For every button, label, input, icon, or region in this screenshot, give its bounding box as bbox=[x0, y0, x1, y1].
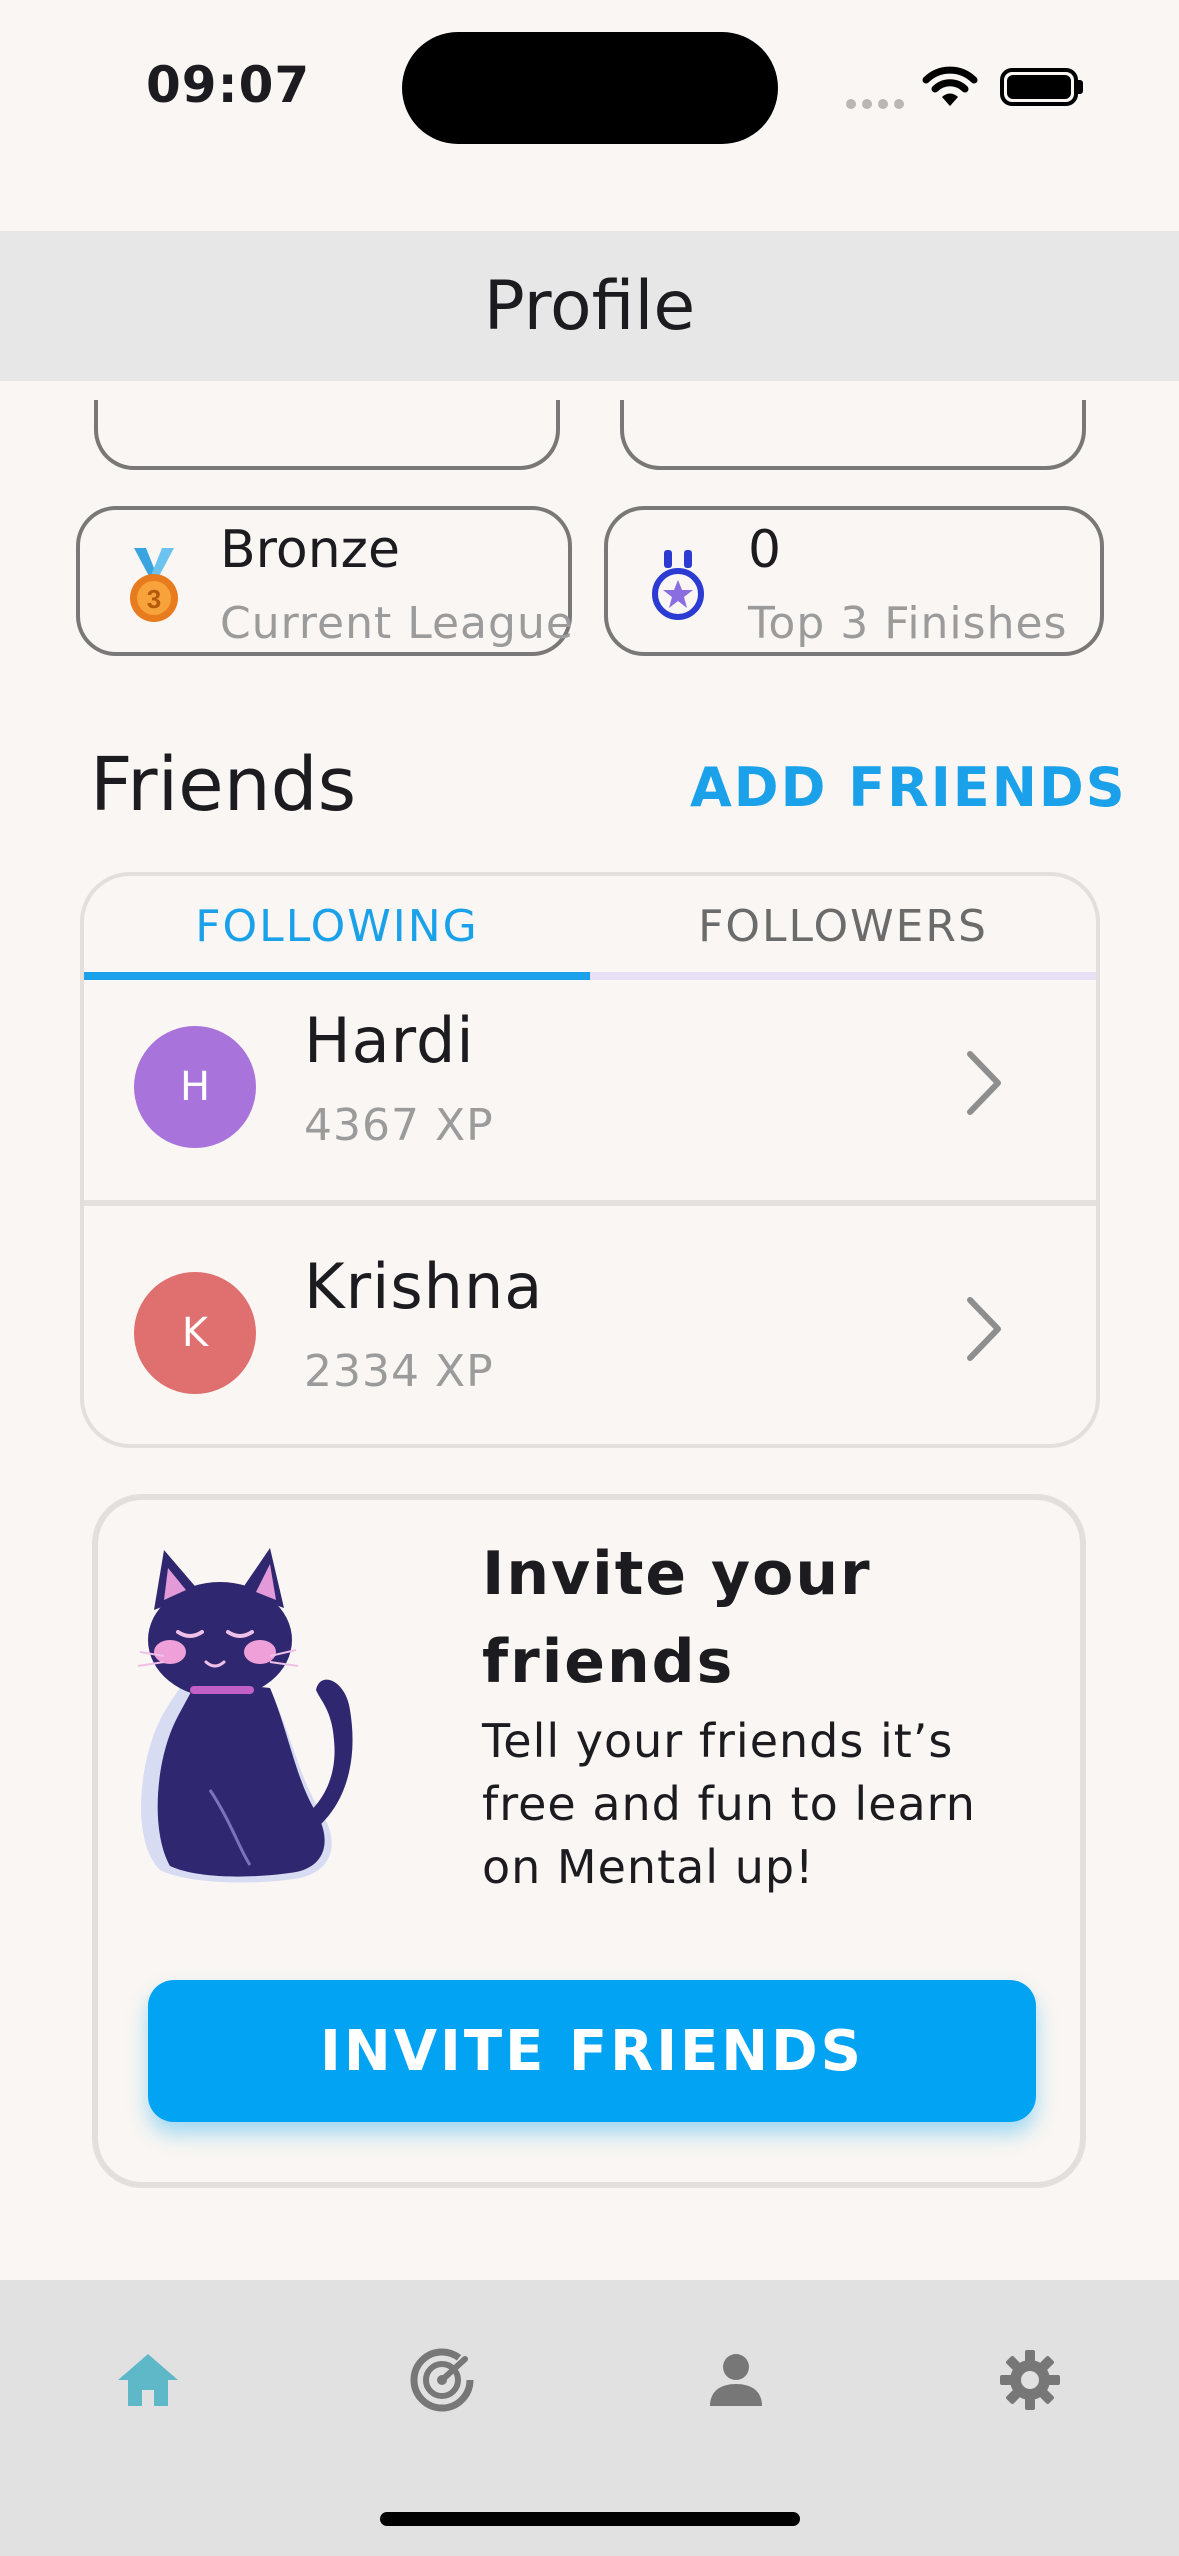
battery-tip bbox=[1078, 80, 1083, 94]
nav-settings[interactable] bbox=[970, 2320, 1090, 2440]
friend-row-krishna[interactable]: K Krishna 2334 XP bbox=[84, 1206, 1096, 1444]
home-indicator bbox=[380, 2512, 800, 2526]
status-time: 09:07 bbox=[146, 56, 311, 114]
league-label: Current League bbox=[220, 598, 574, 649]
chevron-right-icon bbox=[967, 1297, 1001, 1361]
radar-icon bbox=[410, 2348, 474, 2412]
svg-text:3: 3 bbox=[147, 584, 161, 614]
chevron-right-icon bbox=[967, 1051, 1001, 1115]
nav-profile[interactable] bbox=[676, 2320, 796, 2440]
star-medal-icon bbox=[652, 550, 704, 620]
finishes-value: 0 bbox=[748, 520, 782, 580]
app-bar: Profile bbox=[0, 231, 1179, 381]
invite-card: Invite your friends Tell your friends it… bbox=[92, 1494, 1086, 2188]
avatar: H bbox=[134, 1026, 256, 1148]
invite-friends-button[interactable]: INVITE FRIENDS bbox=[148, 1980, 1036, 2122]
page-title: Profile bbox=[483, 266, 696, 346]
battery-icon bbox=[1000, 68, 1078, 106]
invite-title: Invite your friends bbox=[482, 1539, 872, 1697]
friends-title: Friends bbox=[90, 742, 357, 828]
add-friends-button[interactable]: ADD FRIENDS bbox=[690, 756, 1127, 819]
friend-row-hardi[interactable]: H Hardi 4367 XP bbox=[84, 980, 1096, 1220]
nav-home[interactable] bbox=[88, 2320, 208, 2440]
league-value: Bronze bbox=[220, 520, 400, 580]
avatar: K bbox=[134, 1272, 256, 1394]
friend-xp: 2334 XP bbox=[304, 1346, 494, 1397]
tab-indicator bbox=[84, 972, 590, 980]
person-icon bbox=[710, 2354, 762, 2406]
bronze-medal-icon: 3 bbox=[130, 548, 178, 622]
finishes-label: Top 3 Finishes bbox=[748, 598, 1068, 649]
stat-card-partial bbox=[620, 400, 1086, 470]
friend-xp: 4367 XP bbox=[304, 1100, 494, 1151]
friend-name: Krishna bbox=[304, 1250, 544, 1323]
tab-following[interactable]: FOLLOWING bbox=[84, 876, 590, 976]
tab-followers[interactable]: FOLLOWERS bbox=[590, 876, 1096, 976]
friend-name: Hardi bbox=[304, 1004, 475, 1077]
tab-track bbox=[590, 972, 1096, 980]
stat-card-league: 3 Bronze Current League bbox=[76, 506, 574, 656]
friends-card: FOLLOWING FOLLOWERS H Hardi 4367 XP K Kr… bbox=[80, 872, 1100, 1448]
nav-activity[interactable] bbox=[382, 2320, 502, 2440]
gear-icon bbox=[1000, 2350, 1060, 2410]
invite-description: Tell your friends it’s free and fun to l… bbox=[482, 1714, 976, 1894]
stat-card-partial bbox=[94, 400, 560, 470]
stat-card-finishes: 0 Top 3 Finishes bbox=[604, 506, 1104, 656]
home-icon bbox=[118, 2354, 178, 2406]
wifi-icon bbox=[922, 66, 978, 106]
cat-illustration bbox=[137, 1548, 353, 1883]
dynamic-island bbox=[402, 32, 778, 144]
cellular-signal-icon bbox=[846, 94, 910, 113]
